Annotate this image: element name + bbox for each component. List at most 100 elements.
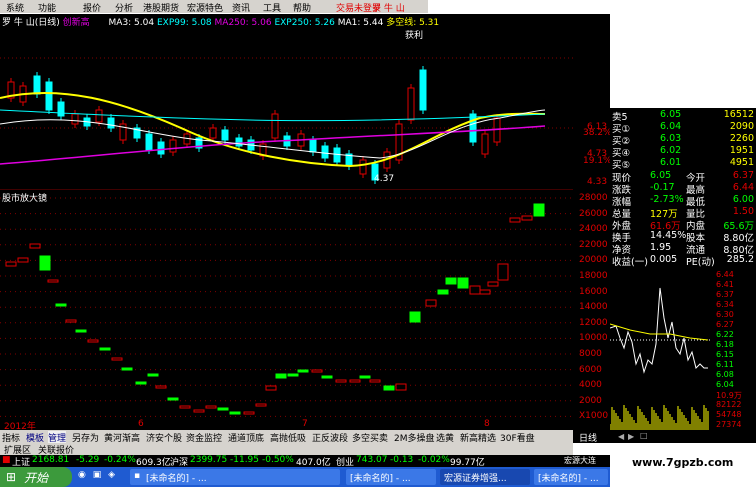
candle: [169, 139, 177, 153]
indicator-bar: [369, 379, 381, 383]
indicator-bar: [479, 289, 491, 295]
indicator-bar: [55, 303, 67, 307]
indicator-bar: [311, 369, 323, 373]
candle: [419, 69, 427, 111]
ma250-label: MA250: 5.06: [214, 18, 272, 28]
ind-axis-label: X1000: [579, 411, 609, 422]
indicator-bar: [243, 411, 255, 415]
menu-news[interactable]: 资讯: [232, 1, 250, 14]
menu-hk-futures[interactable]: 港股期货: [143, 1, 179, 14]
x-label-8: 8: [484, 419, 490, 429]
quote-row: 涨跌 -0.17 最高 6.44: [612, 182, 754, 196]
quote-row: 现价 6.05 今开 6.37: [612, 170, 754, 184]
menu-system[interactable]: 系统: [6, 1, 24, 14]
indicator-bar: [255, 403, 267, 407]
candle: [71, 113, 79, 125]
price-chart[interactable]: 罗 牛 山(日线) 创新高 MA3: 5.04 EXP99: 5.08 MA25…: [0, 14, 573, 191]
ind-axis-label: 6000: [579, 364, 602, 375]
candle: [321, 145, 329, 159]
menu-hongyuan[interactable]: 宏源特色: [187, 1, 223, 14]
order-book-row: 买① 6.04 2090: [612, 121, 754, 135]
mini-axis-label: 82122: [716, 400, 742, 409]
ie-icon[interactable]: ◉: [78, 470, 86, 480]
indicator-bar: [335, 379, 347, 383]
index-hs-chg: -11.95: [230, 455, 260, 465]
stock-title: 罗 牛 山(日线): [2, 18, 60, 28]
mini-axis-label: 6.08: [716, 370, 734, 379]
indicator-bar: [217, 407, 229, 411]
period-label: 日线: [579, 434, 598, 444]
menu-function[interactable]: 功能: [38, 1, 56, 14]
candle: [221, 129, 229, 141]
sub-tabs: 扩展区 关联报价: [0, 443, 573, 456]
mini-axis-label: 6.34: [716, 300, 734, 309]
mini-axis-label: 6.18: [716, 340, 734, 349]
taskbar-item-3[interactable]: 宏源证券增强...: [440, 469, 530, 485]
indicator-bar: [47, 279, 59, 283]
taskbar-item-1[interactable]: ▪ [未命名的] - ...: [130, 469, 340, 485]
indicator-bar: [65, 319, 77, 323]
quote-row: 总量 127万 量比 1.50: [612, 206, 754, 220]
menu-analysis[interactable]: 分析: [115, 1, 133, 14]
indicator-bar: [75, 329, 87, 333]
desktop-icon[interactable]: ▣: [93, 470, 102, 480]
profit-label: 获利: [405, 31, 424, 41]
media-icon[interactable]: ◈: [108, 470, 115, 480]
mini-controls: ◀ ▶ □: [610, 430, 756, 443]
candle: [481, 133, 489, 155]
exp250-label: EXP250: 5.26: [274, 18, 335, 28]
mini-axis-label: 6.04: [716, 380, 734, 389]
indicator-bar: [99, 347, 111, 351]
candle: [33, 75, 41, 95]
watermark: www.7gpzb.com: [632, 456, 734, 469]
intraday-price-line: [609, 287, 708, 374]
index-hs-pct: -0.50%: [262, 455, 294, 465]
indicator-bar: [39, 255, 51, 271]
indicator-bar: [297, 369, 309, 373]
indicator-bar: [359, 375, 371, 379]
quote-row: 外盘 61.6万 内盘 65.6万: [612, 221, 754, 232]
indicator-bar: [445, 277, 457, 285]
ind-axis-label: 8000: [579, 349, 602, 359]
stock-name-logo: 罗 牛 山: [372, 4, 405, 14]
quote-row: 涨幅 -2.73% 最低 6.00: [612, 194, 754, 208]
start-button[interactable]: ⊞ 开始: [0, 467, 72, 487]
menu-help[interactable]: 帮助: [293, 1, 311, 14]
ind-axis-label: 16000: [579, 286, 608, 297]
mini-axis-label: 6.41: [716, 280, 734, 289]
menu-quote[interactable]: 报价: [83, 1, 101, 14]
indicator-bar: [287, 373, 299, 377]
intraday-avg-line: [609, 323, 709, 341]
taskbar-item-2[interactable]: [未命名的] - ...: [346, 469, 436, 485]
taskbar-item-4-label: [未命名的] - ...: [538, 474, 599, 484]
duokong-label: 多空线: 5.31: [386, 18, 440, 28]
taskbar-item-4[interactable]: [未命名的] - ...: [534, 469, 608, 485]
ind-axis-label: 28000: [579, 193, 608, 203]
expand-icon[interactable]: □: [640, 431, 648, 440]
indicator-bar: [121, 367, 133, 371]
indicator-chart[interactable]: 股市放大镜 2012年 6 7 8: [0, 190, 573, 432]
index-cy-chg: -0.13: [390, 455, 414, 465]
quote-panel: 卖5 6.05 16512 买① 6.04 2090 买② 6.03 2260 买④ 6.02 195…: [610, 108, 756, 268]
menu-tools[interactable]: 工具: [263, 1, 281, 14]
ma1-label: MA1: 5.44: [337, 18, 384, 28]
indicator-chart-svg: [0, 197, 573, 417]
window-icon: ▪: [134, 471, 141, 481]
index-sh-value: 2168.81: [32, 455, 70, 465]
period-selector[interactable]: 日线: [573, 430, 610, 444]
axis-label-5: 4.33: [587, 177, 608, 187]
exp99-label: EXP99: 5.08: [156, 18, 212, 28]
menu-bar: 系统 功能 报价 分析 港股期货 宏源特色 资讯 工具 帮助 交易未登录 罗 牛…: [0, 0, 428, 14]
intraday-mini-chart[interactable]: 6.44 6.41 6.37 6.34 6.30 6.27 6.22 6.18 6.15 6.11…: [609, 268, 756, 430]
prev-icon[interactable]: ◀: [618, 432, 624, 441]
taskbar-item-1-label: [未命名的] - ...: [146, 474, 207, 484]
indicator-bar: [17, 257, 29, 263]
quote-row: 净资 1.95 流通 8.80亿: [612, 242, 754, 256]
x-label-6: 6: [138, 419, 144, 429]
indicator-bar: [179, 405, 191, 409]
candle: [407, 87, 415, 121]
candle: [95, 109, 103, 123]
indicator-bar: [457, 277, 469, 289]
mini-axis-label: 6.22: [716, 330, 734, 339]
next-icon[interactable]: ▶: [628, 432, 634, 441]
